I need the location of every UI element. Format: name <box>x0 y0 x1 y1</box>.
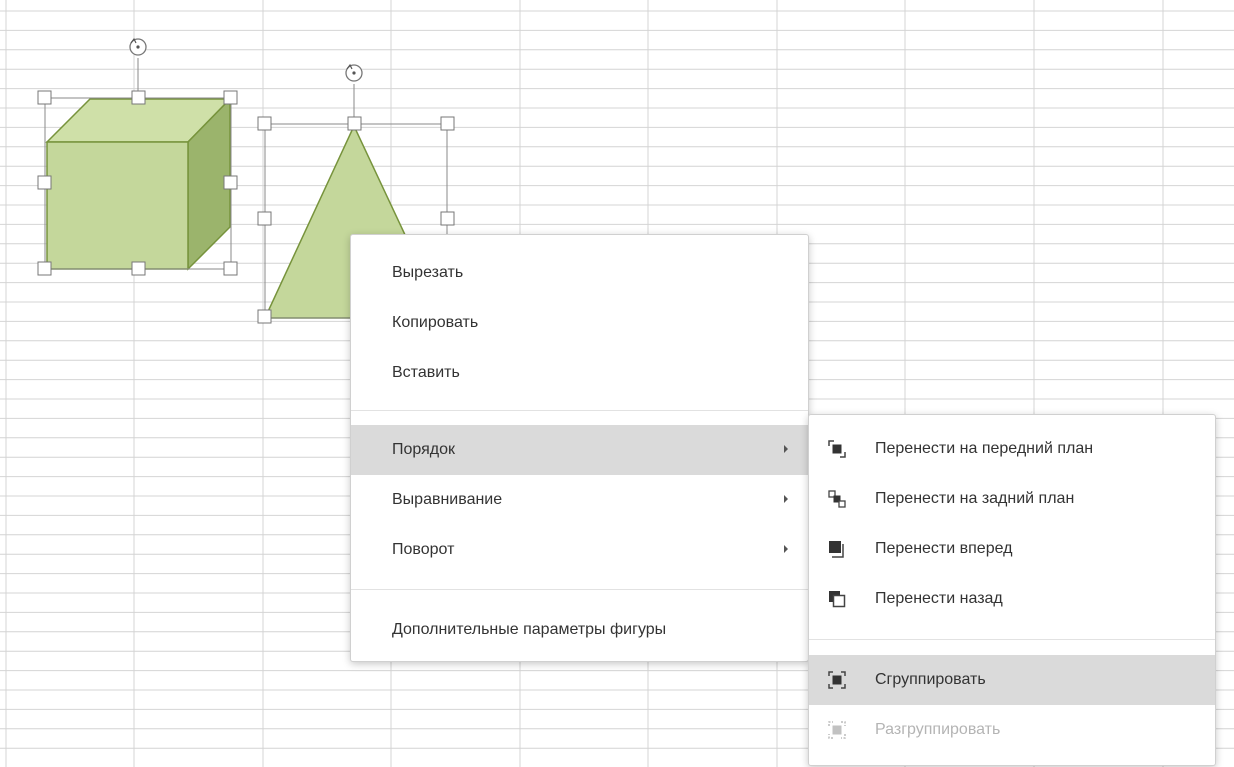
submenu-item-label: Перенести назад <box>875 590 1003 607</box>
submenu-item-bring-forward[interactable]: Перенести вперед <box>809 524 1215 574</box>
menu-item-label: Дополнительные параметры фигуры <box>392 621 667 638</box>
menu-separator <box>351 410 808 411</box>
submenu-item-ungroup[interactable]: Разгруппировать <box>809 705 1215 755</box>
triangle-rotate-handle[interactable] <box>345 63 363 82</box>
bring-to-front-icon <box>828 440 846 458</box>
ungroup-icon <box>828 721 846 739</box>
menu-item-copy[interactable]: Копировать <box>351 298 808 348</box>
send-to-back-icon <box>828 490 846 508</box>
submenu-arrow-icon <box>784 545 788 553</box>
cube-rotate-handle[interactable] <box>129 37 147 56</box>
menu-item-label: Поворот <box>392 541 455 558</box>
menu-item-label: Копировать <box>392 314 479 331</box>
send-backward-icon <box>829 591 846 608</box>
submenu-item-label: Перенести вперед <box>875 540 1013 557</box>
submenu-item-label: Сгруппировать <box>875 671 986 688</box>
menu-separator <box>351 589 808 590</box>
submenu-item-label: Разгруппировать <box>875 721 1001 738</box>
menu-separator <box>809 639 1215 640</box>
submenu-item-send-backward[interactable]: Перенести назад <box>809 574 1215 624</box>
bring-forward-icon <box>829 541 844 558</box>
menu-item-rotate[interactable]: Поворот <box>351 525 808 575</box>
submenu-item-label: Перенести на передний план <box>875 440 1094 457</box>
menu-item-label: Порядок <box>392 441 456 458</box>
submenu-arrow-icon <box>784 495 788 503</box>
cube-shape[interactable] <box>45 97 232 271</box>
menu-item-advanced-shape-settings[interactable]: Дополнительные параметры фигуры <box>351 605 808 655</box>
submenu-item-label: Перенести на задний план <box>875 490 1075 507</box>
context-menu: Вырезать Копировать Вставить Порядок Выр… <box>350 234 809 662</box>
menu-item-label: Вставить <box>392 364 460 381</box>
submenu-item-group[interactable]: Сгруппировать <box>809 655 1215 705</box>
submenu-item-send-to-back[interactable]: Перенести на задний план <box>809 474 1215 524</box>
menu-item-cut[interactable]: Вырезать <box>351 248 808 298</box>
order-submenu: Перенести на передний план Перенести на … <box>808 414 1216 766</box>
menu-item-align[interactable]: Выравнивание <box>351 475 808 525</box>
submenu-item-bring-to-front[interactable]: Перенести на передний план <box>809 424 1215 474</box>
menu-item-label: Вырезать <box>392 264 464 281</box>
menu-item-paste[interactable]: Вставить <box>351 348 808 398</box>
menu-item-label: Выравнивание <box>392 491 503 508</box>
group-icon <box>828 671 846 689</box>
submenu-arrow-icon <box>784 445 788 453</box>
menu-item-order[interactable]: Порядок <box>351 425 808 475</box>
